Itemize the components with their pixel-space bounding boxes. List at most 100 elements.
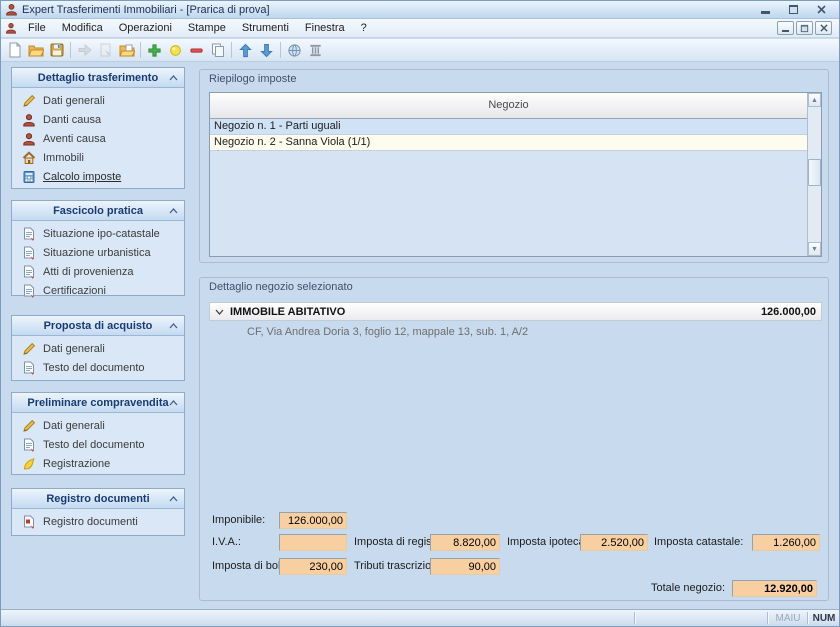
negozio-column-header[interactable]: Negozio: [210, 93, 807, 119]
menu-strumenti[interactable]: Strumenti: [235, 20, 296, 36]
web-help-icon[interactable]: [284, 40, 305, 60]
chevron-down-icon[interactable]: [215, 309, 224, 315]
person-icon: [22, 132, 36, 146]
sidebar-item-registro-documenti[interactable]: Registro documenti: [12, 512, 184, 531]
scroll-up-icon[interactable]: ▲: [808, 93, 821, 107]
window-controls: [759, 4, 835, 16]
panel-preliminare-compravendita: Preliminare compravendita Dati generali …: [11, 392, 185, 475]
sidebar-item-preliminare-testo-documento[interactable]: Testo del documento: [12, 435, 184, 454]
export-document-icon: [95, 40, 116, 60]
sidebar-item-situazione-urbanistica[interactable]: Situazione urbanistica: [12, 243, 184, 262]
calculator-icon: [22, 170, 36, 184]
restore-icon[interactable]: [787, 4, 799, 16]
import-icon: [74, 40, 95, 60]
panel-header-dettaglio-trasferimento[interactable]: Dettaglio trasferimento: [12, 68, 184, 88]
table-scrollbar[interactable]: ▲ ▼: [807, 93, 821, 256]
iva-field[interactable]: [279, 534, 347, 551]
scroll-down-icon[interactable]: ▼: [808, 242, 821, 256]
sidebar-item-dati-generali[interactable]: Dati generali: [12, 91, 184, 110]
menu-modifica[interactable]: Modifica: [55, 20, 110, 36]
sidebar-item-aventi-causa[interactable]: Aventi causa: [12, 129, 184, 148]
imposta-bollo-field[interactable]: [279, 558, 347, 575]
menu-file[interactable]: File: [21, 20, 53, 36]
sidebar-item-calcolo-imposte[interactable]: Calcolo imposte: [12, 167, 184, 186]
menu-finestra[interactable]: Finestra: [298, 20, 352, 36]
sidebar-item-danti-causa[interactable]: Danti causa: [12, 110, 184, 129]
immobile-amount: 126.000,00: [761, 306, 816, 318]
sidebar-item-atti-di-provenienza[interactable]: Atti di provenienza: [12, 262, 184, 281]
window-title: Expert Trasferimenti Immobiliari - [Prar…: [22, 4, 270, 16]
toolbar-separator: [140, 42, 141, 58]
chevron-up-icon[interactable]: [169, 208, 178, 214]
mdi-restore-icon[interactable]: [796, 21, 813, 35]
totale-negozio-field[interactable]: [732, 580, 817, 597]
immobile-header-row[interactable]: IMMOBILE ABITATIVO 126.000,00: [209, 302, 822, 321]
sidebar-item-proposta-testo-documento[interactable]: Testo del documento: [12, 358, 184, 377]
group-title: Dettaglio negozio selezionato: [209, 281, 353, 293]
open-practice-icon[interactable]: [116, 40, 137, 60]
panel-fascicolo-pratica: Fascicolo pratica Situazione ipo-catasta…: [11, 200, 185, 296]
menu-help[interactable]: ?: [354, 20, 374, 36]
group-title: Riepilogo imposte: [209, 73, 296, 85]
table-row[interactable]: Negozio n. 2 - Sanna Viola (1/1): [210, 135, 807, 151]
imponibile-field[interactable]: [279, 512, 347, 529]
sidebar-item-situazione-ipo-catastale[interactable]: Situazione ipo-catastale: [12, 224, 184, 243]
chevron-up-icon[interactable]: [169, 400, 178, 406]
pencil-icon: [22, 94, 36, 108]
panel-header-registro-documenti[interactable]: Registro documenti: [12, 489, 184, 509]
sidebar-item-preliminare-dati-generali[interactable]: Dati generali: [12, 416, 184, 435]
open-folder-icon[interactable]: [25, 40, 46, 60]
close-icon[interactable]: [815, 4, 827, 16]
toolbar-separator: [231, 42, 232, 58]
panel-header-proposta-di-acquisto[interactable]: Proposta di acquisto: [12, 316, 184, 336]
new-document-icon[interactable]: [4, 40, 25, 60]
panel-header-preliminare-compravendita[interactable]: Preliminare compravendita: [12, 393, 184, 413]
move-up-icon[interactable]: [235, 40, 256, 60]
delete-icon[interactable]: [186, 40, 207, 60]
mdi-close-icon[interactable]: [815, 21, 832, 35]
panel-title: Fascicolo pratica: [53, 205, 143, 217]
totale-negozio-label: Totale negozio:: [582, 580, 725, 597]
copy-icon[interactable]: [207, 40, 228, 60]
panel-title: Preliminare compravendita: [27, 397, 168, 409]
imponibile-label: Imponibile:: [212, 512, 265, 529]
group-dettaglio-negozio: Dettaglio negozio selezionato IMMOBILE A…: [199, 277, 829, 601]
document-icon: [22, 438, 36, 452]
add-icon[interactable]: [144, 40, 165, 60]
move-down-icon[interactable]: [256, 40, 277, 60]
minimize-icon[interactable]: [759, 4, 771, 16]
scrollbar-thumb[interactable]: [808, 159, 821, 186]
caps-lock-indicator: MAIU: [769, 610, 807, 627]
menu-operazioni[interactable]: Operazioni: [112, 20, 179, 36]
panel-header-fascicolo-pratica[interactable]: Fascicolo pratica: [12, 201, 184, 221]
immobile-details: CF, Via Andrea Doria 3, foglio 12, mappa…: [247, 326, 528, 338]
archive-column-icon[interactable]: [305, 40, 326, 60]
save-icon[interactable]: [46, 40, 67, 60]
menubar: File Modifica Operazioni Stampe Strument…: [1, 19, 839, 38]
statusbar-divider: [807, 612, 808, 624]
edit-icon[interactable]: [165, 40, 186, 60]
sidebar-item-certificazioni[interactable]: Certificazioni: [12, 281, 184, 300]
menu-stampe[interactable]: Stampe: [181, 20, 233, 36]
registration-swoosh-icon: [22, 457, 36, 471]
chevron-up-icon[interactable]: [169, 496, 178, 502]
imposta-catastale-field[interactable]: [752, 534, 820, 551]
imposta-ipotecaria-field[interactable]: [580, 534, 648, 551]
sidebar-item-immobili[interactable]: Immobili: [12, 148, 184, 167]
document-icon: [22, 265, 36, 279]
chevron-up-icon[interactable]: [169, 75, 178, 81]
tributi-trascrizione-field[interactable]: [430, 558, 500, 575]
mdi-minimize-icon[interactable]: [777, 21, 794, 35]
panel-proposta-di-acquisto: Proposta di acquisto Dati generali Testo…: [11, 315, 185, 381]
table-row[interactable]: Negozio n. 1 - Parti uguali: [210, 119, 807, 135]
toolbar-separator: [70, 42, 71, 58]
sidebar-item-proposta-dati-generali[interactable]: Dati generali: [12, 339, 184, 358]
group-riepilogo-imposte: Riepilogo imposte Negozio Negozio n. 1 -…: [199, 69, 829, 263]
imposta-registro-field[interactable]: [430, 534, 500, 551]
immobile-title: IMMOBILE ABITATIVO: [230, 306, 345, 318]
document-icon: [22, 246, 36, 260]
app-icon: [5, 3, 18, 16]
sidebar-item-registrazione[interactable]: Registrazione: [12, 454, 184, 473]
chevron-up-icon[interactable]: [169, 323, 178, 329]
iva-label: I.V.A.:: [212, 534, 241, 551]
